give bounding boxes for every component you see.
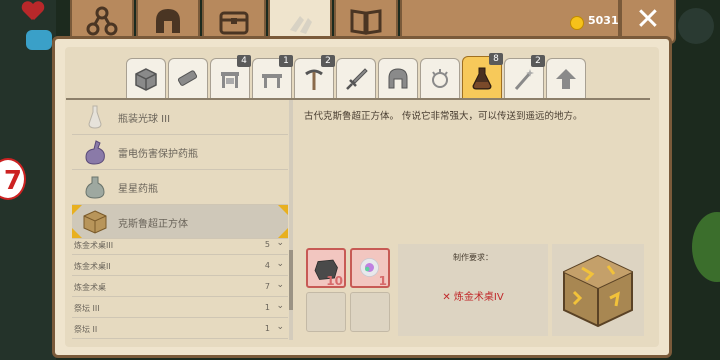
- chevron-down-icon: ⌄: [276, 259, 284, 269]
- selection-corner: [278, 205, 288, 215]
- recipe-label: 雷电伤害保护药瓶: [118, 149, 198, 160]
- crafting-hands-icon: [290, 16, 312, 34]
- recipe-item[interactable]: 雷电伤害保护药瓶: [72, 135, 288, 170]
- tab-tables[interactable]: 1: [252, 55, 293, 98]
- tab-furniture[interactable]: 4: [210, 55, 251, 98]
- recipe-item-selected[interactable]: 克斯鲁超正方体: [72, 205, 288, 239]
- tab-badge: 2: [531, 55, 545, 67]
- coin-icon: [570, 16, 584, 30]
- chevron-down-icon: ⌄: [276, 322, 284, 332]
- tab-badge: 4: [237, 55, 251, 67]
- ingredient-slot[interactable]: 1: [350, 248, 390, 288]
- ingredient-slot-empty: [306, 292, 346, 332]
- recipe-label: 瓶装光球 III: [118, 114, 171, 125]
- category-label: 炼金术桌III: [74, 241, 114, 250]
- list-scrollbar[interactable]: [289, 100, 293, 340]
- block-icon: [135, 67, 157, 91]
- category-label: 祭坛 II: [74, 325, 98, 334]
- crafting-network-icon: [86, 6, 118, 36]
- requirement-box: 制作要求： ✕ 炼金术桌IV: [398, 244, 548, 336]
- materials-icon: [177, 69, 198, 86]
- category-label: 祭坛 III: [74, 304, 100, 313]
- category-row[interactable]: 炼金术桌 7 ⌄: [72, 279, 288, 297]
- star-potion-icon: [85, 176, 105, 199]
- tab-materials[interactable]: [168, 58, 208, 98]
- tab-accessories[interactable]: [420, 58, 460, 98]
- category-label: 炼金术桌: [74, 283, 106, 292]
- sword-icon: [346, 67, 368, 90]
- category-count: 5: [264, 240, 270, 249]
- tab-badge: 2: [321, 55, 335, 67]
- sparkle-icon: [432, 68, 448, 88]
- pickaxe-icon: [305, 69, 323, 90]
- background-glow: [692, 212, 720, 282]
- category-count: 1: [264, 303, 270, 312]
- book-icon: [350, 9, 382, 35]
- heart-icon: [22, 2, 44, 22]
- requirement-title: 制作要求：: [453, 253, 493, 262]
- ingredient-quantity: 1: [378, 274, 387, 288]
- tab-upgrades[interactable]: [546, 58, 586, 98]
- glowing-bottle-icon: [88, 105, 102, 129]
- tab-badge: 1: [279, 55, 293, 67]
- furniture-icon: [221, 71, 239, 88]
- helmet-icon: [156, 9, 180, 33]
- selection-corner: [72, 205, 82, 215]
- category-label: 炼金术桌II: [74, 262, 111, 271]
- category-row[interactable]: 祭坛 II 1 ⌄: [72, 321, 288, 339]
- item-description: 古代克斯鲁超正方体。 传说它非常强大，可以传送到遥远的地方。: [304, 111, 583, 122]
- coin-amount: 5031: [588, 14, 619, 27]
- category-tab-bar: 4 1 2 8 2: [126, 53, 596, 100]
- scrollbar-thumb[interactable]: [289, 250, 293, 310]
- category-count: 7: [264, 282, 270, 291]
- armor-helmet-icon: [388, 67, 408, 88]
- recipe-label: 星星药瓶: [118, 184, 158, 195]
- recipe-label: 克斯鲁超正方体: [118, 219, 188, 230]
- item-preview: [552, 244, 644, 336]
- background-shape: [678, 8, 714, 44]
- tab-tools[interactable]: 2: [294, 55, 335, 98]
- tab-weapons[interactable]: [336, 58, 376, 98]
- upgrade-arrow-icon: [556, 68, 576, 89]
- requirement-item: ✕ 炼金术桌IV: [442, 292, 504, 303]
- category-row[interactable]: 祭坛 III 1 ⌄: [72, 300, 288, 318]
- tab-magic[interactable]: 2: [504, 55, 545, 98]
- tesseract-cube-icon: [83, 210, 107, 234]
- recipe-list: 瓶装光球 III 雷电伤害保护药瓶 星星药瓶 克斯鲁超正方体 炼金术桌III 5…: [72, 100, 288, 340]
- tab-armor[interactable]: [378, 58, 418, 98]
- recipe-item[interactable]: 瓶装光球 III: [72, 100, 288, 135]
- chevron-down-icon: ⌄: [276, 280, 284, 290]
- magic-wand-icon: [514, 68, 534, 90]
- ingredient-grid: 10 1: [304, 244, 394, 336]
- category-count: 1: [264, 324, 270, 333]
- ingredient-quantity: 10: [326, 274, 343, 288]
- table-icon: [262, 73, 282, 88]
- chevron-down-icon: ⌄: [276, 301, 284, 311]
- tab-badge: 8: [489, 53, 503, 65]
- recipe-item[interactable]: 星星药瓶: [72, 170, 288, 205]
- category-row[interactable]: 炼金术桌II 4 ⌄: [72, 258, 288, 276]
- tesseract-cube-icon: [563, 254, 633, 328]
- tab-potions[interactable]: 8: [462, 53, 503, 98]
- lightning-potion-icon: [85, 140, 105, 165]
- ingredient-slot-empty: [350, 292, 390, 332]
- chest-icon: [219, 11, 249, 35]
- chevron-down-icon: ⌄: [276, 238, 284, 248]
- ingredient-slot[interactable]: 10: [306, 248, 346, 288]
- category-row[interactable]: 炼金术桌III 5 ⌄: [72, 237, 288, 255]
- tab-blocks[interactable]: [126, 58, 166, 98]
- potion-flask-icon: [472, 67, 492, 89]
- category-count: 4: [264, 261, 270, 270]
- mana-icon: [26, 30, 52, 50]
